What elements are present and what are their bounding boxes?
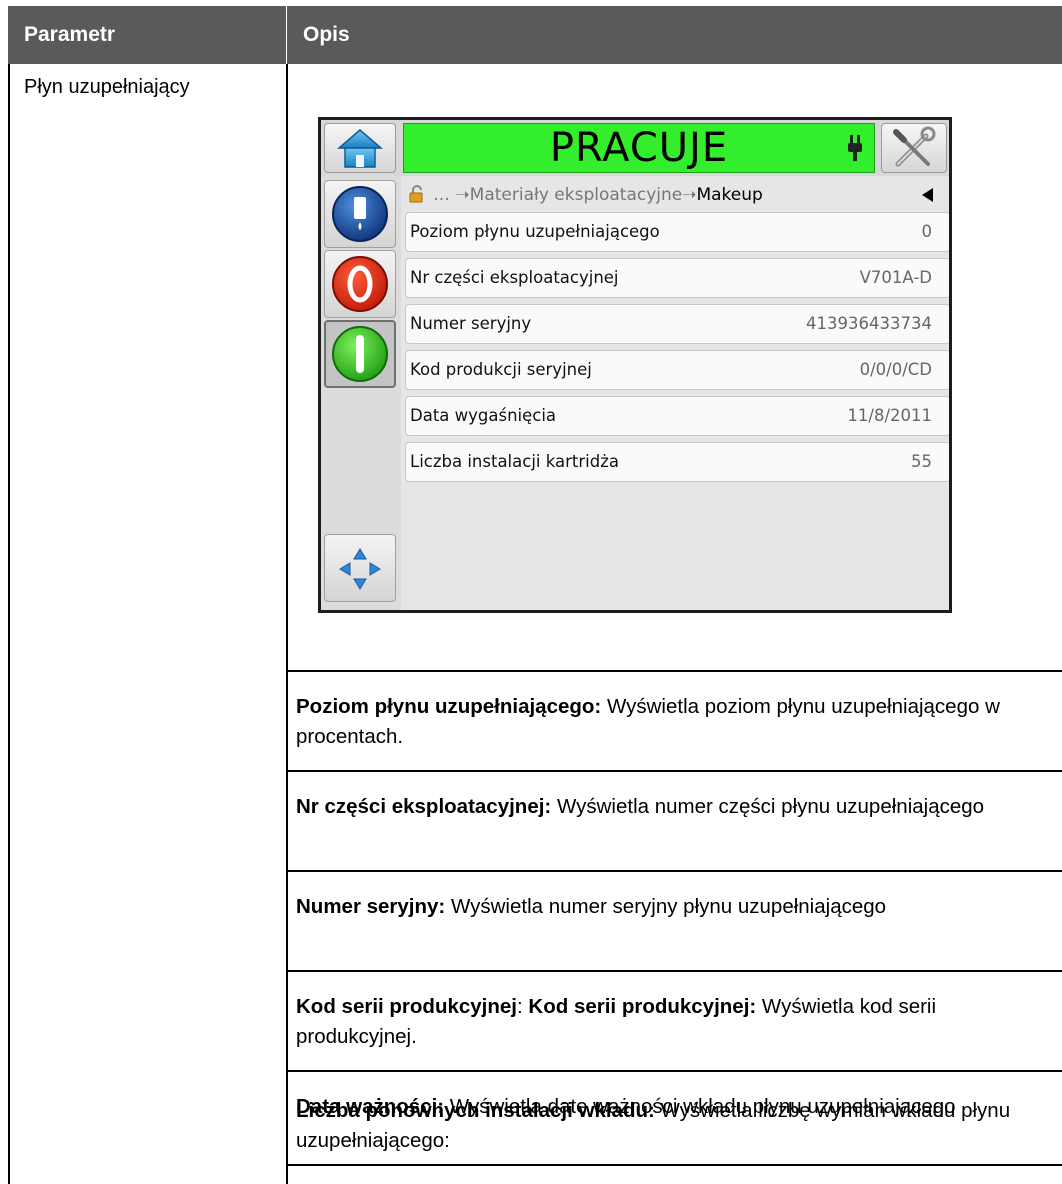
list-item[interactable]: Kod produkcji seryjnej 0/0/0/CD	[405, 350, 949, 390]
desc-row: Nr części eksploatacyjnej: Wyświetla num…	[296, 792, 1046, 822]
row-divider	[286, 1164, 1062, 1166]
breadcrumb-prefix: … ➝Materiały eksploatacyjne➝	[433, 185, 697, 205]
desc-sep: :	[517, 995, 529, 1018]
tools-button[interactable]	[881, 123, 947, 173]
desc-row: Kod serii produkcyjnej: Kod serii produk…	[296, 992, 1046, 1052]
back-arrow-icon[interactable]	[922, 188, 933, 202]
row-divider	[286, 870, 1062, 872]
ink-cartridge-icon	[332, 186, 388, 242]
item-label: Data wygaśnięcia	[410, 406, 557, 425]
desc-term: Nr części eksploatacyjnej:	[296, 795, 552, 818]
breadcrumb: … ➝Materiały eksploatacyjne➝Makeup	[403, 180, 949, 210]
item-label: Poziom płynu uzupełniającego	[410, 222, 660, 241]
status-bar[interactable]: PRACUJE	[403, 123, 875, 173]
navigation-button[interactable]	[324, 534, 396, 602]
item-label: Nr części eksploatacyjnej	[410, 268, 619, 287]
start-button[interactable]	[324, 320, 396, 388]
row-divider	[286, 970, 1062, 972]
tools-icon	[893, 126, 936, 167]
item-label: Numer seryjny	[410, 314, 532, 333]
list-item[interactable]: Liczba instalacji kartridża 55	[405, 442, 949, 482]
item-label: Kod produkcji seryjnej	[410, 360, 592, 379]
item-value: 11/8/2011	[847, 406, 932, 425]
list-item[interactable]: Data wygaśnięcia 11/8/2011	[405, 396, 949, 436]
list-item[interactable]: Poziom płynu uzupełniającego 0	[405, 212, 949, 252]
row-divider	[286, 1070, 1062, 1072]
desc-term: Numer seryjny:	[296, 895, 446, 918]
stop-button[interactable]	[324, 250, 396, 318]
status-text: PRACUJE	[549, 125, 729, 171]
desc-row: Poziom płynu uzupełniającego: Wyświetla …	[296, 692, 1046, 752]
header-parametr: Parametr	[8, 6, 287, 64]
desc-term: Liczba ponownych instalacji wkładu:	[296, 1099, 655, 1122]
param-name: Płyn uzupełniający	[24, 76, 190, 98]
table-border-middle	[286, 64, 288, 1184]
start-icon	[332, 326, 388, 382]
item-label: Liczba instalacji kartridża	[410, 452, 619, 471]
item-value: 413936433734	[806, 314, 932, 333]
desc-row: Numer seryjny: Wyświetla numer seryjny p…	[296, 892, 1046, 922]
ink-button[interactable]	[324, 180, 396, 248]
list-item[interactable]: Nr części eksploatacyjnej V701A-D	[405, 258, 949, 298]
printer-screen: PRACUJE … ➝Materiały eksploatacyjne➝Make…	[318, 117, 952, 613]
breadcrumb-path: … ➝Materiały eksploatacyjne➝Makeup	[433, 180, 763, 210]
item-value: 0/0/0/CD	[859, 360, 932, 379]
desc-text: Wyświetla numer seryjny płynu uzupełniaj…	[445, 895, 887, 918]
item-value: V701A-D	[859, 268, 932, 287]
home-icon	[336, 129, 384, 168]
table-border-left	[8, 64, 10, 1184]
desc-text: Wyświetla numer części płynu uzupełniają…	[551, 795, 985, 818]
desc-term: Poziom płynu uzupełniającego:	[296, 695, 602, 718]
breadcrumb-current: Makeup	[696, 185, 763, 205]
stop-icon	[332, 256, 388, 312]
plug-icon	[848, 135, 862, 161]
top-bar: PRACUJE	[321, 120, 949, 176]
desc-term: Kod serii produkcyjnej	[296, 995, 517, 1018]
lock-icon	[409, 185, 423, 203]
row-divider	[286, 670, 1062, 672]
row-divider	[286, 770, 1062, 772]
item-value: 55	[911, 452, 932, 471]
sidebar	[321, 176, 401, 610]
desc-term: Kod serii produkcyjnej:	[528, 995, 757, 1018]
desc-row: Liczba ponownych instalacji wkładu: Wyśw…	[296, 1096, 1046, 1156]
list-item[interactable]: Numer seryjny 413936433734	[405, 304, 949, 344]
navigation-arrows-icon	[339, 548, 381, 590]
home-button[interactable]	[324, 123, 396, 173]
item-value: 0	[921, 222, 933, 241]
header-opis: Opis	[287, 6, 1062, 64]
